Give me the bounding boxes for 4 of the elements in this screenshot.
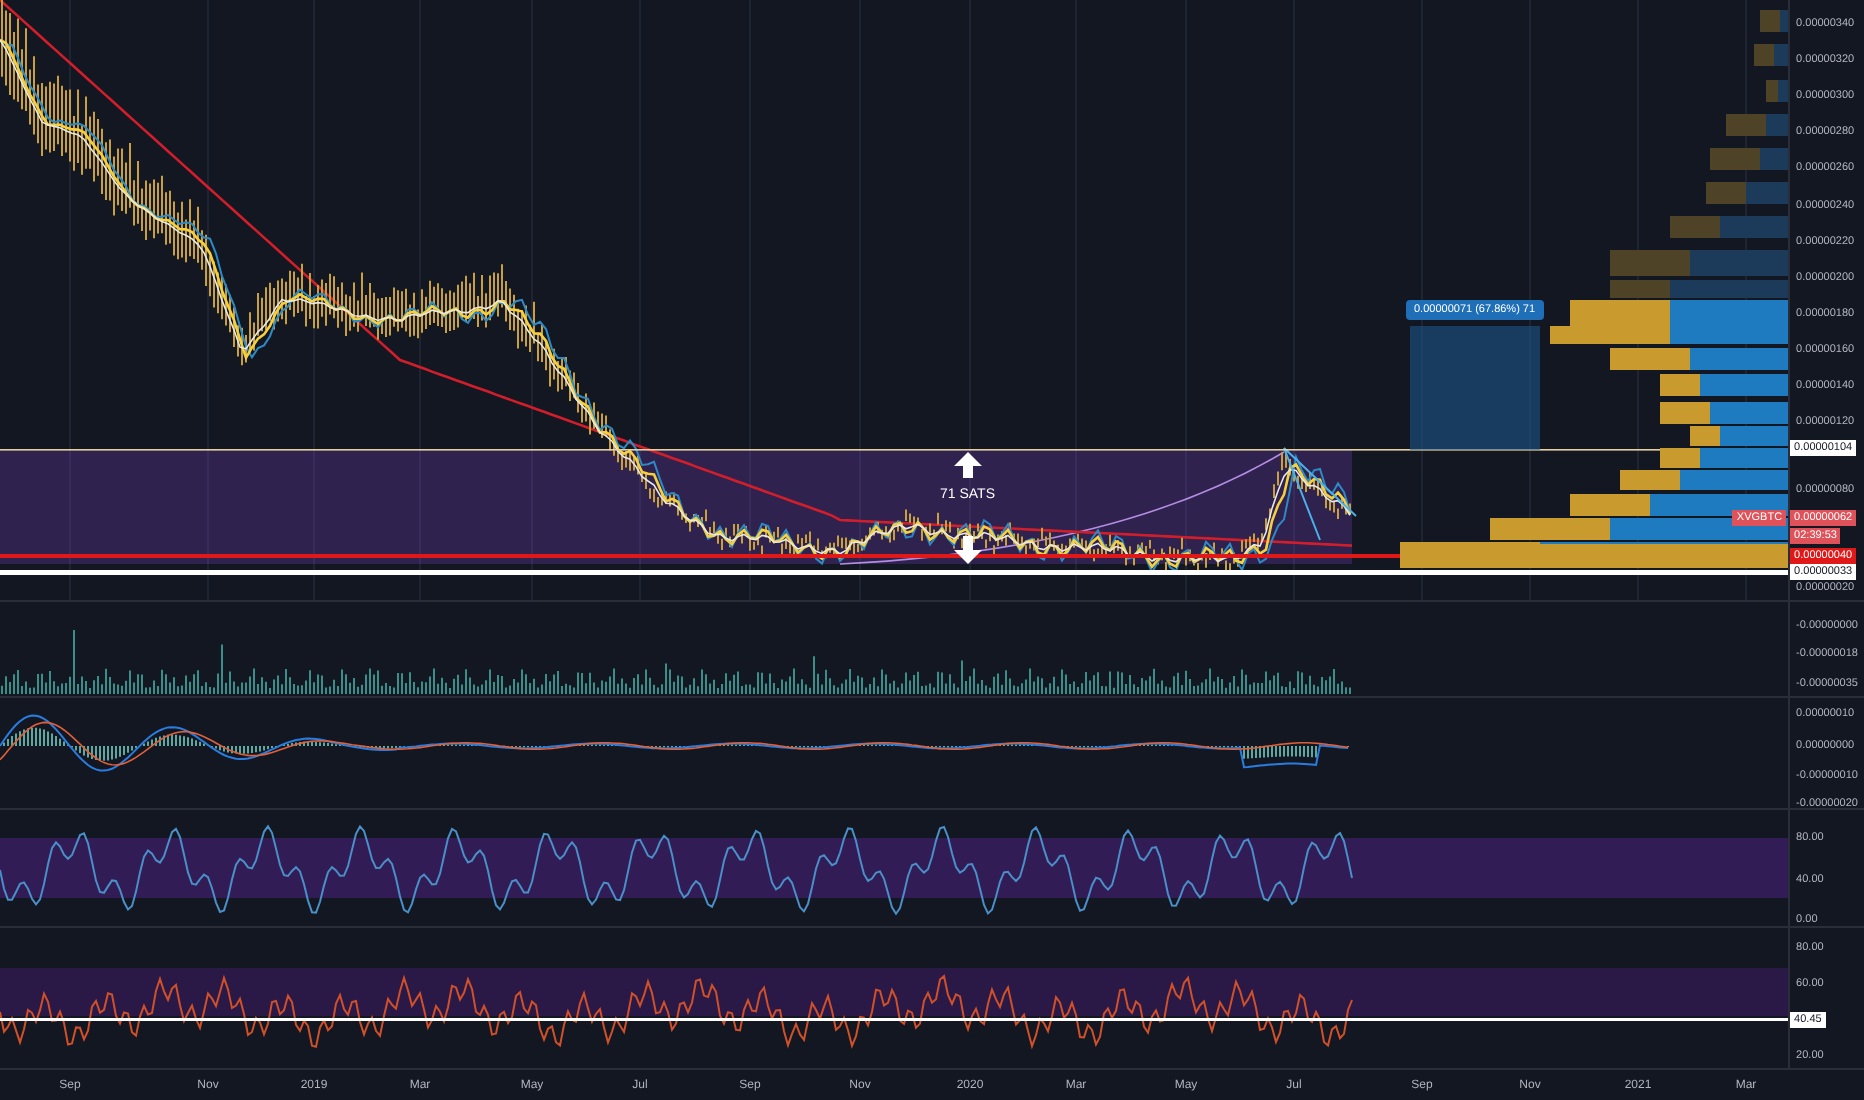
down-arrow-icon	[954, 536, 982, 564]
measure-box	[1410, 326, 1540, 450]
trend-line	[1283, 447, 1357, 541]
up-arrow-icon	[954, 452, 982, 478]
